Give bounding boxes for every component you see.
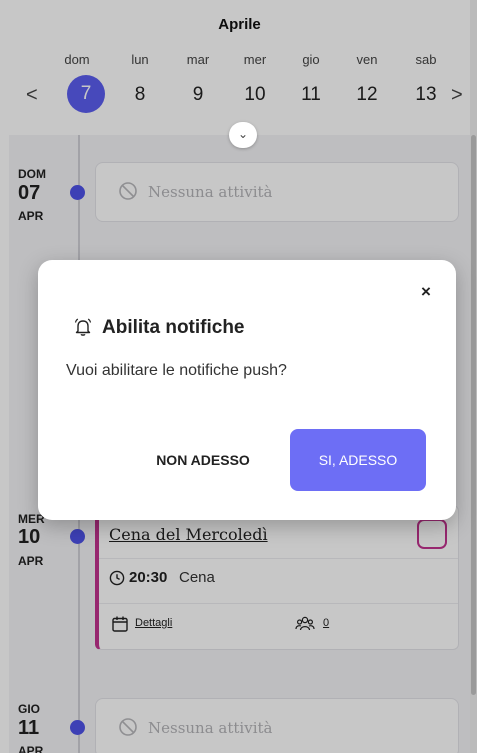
dialog-title: Abilita notifiche <box>102 317 245 338</box>
dialog-message: Vuoi abilitare le notifiche push? <box>66 362 287 379</box>
bell-icon <box>74 318 92 336</box>
not-now-button[interactable]: NON ADESSO <box>140 429 266 491</box>
enable-now-button[interactable]: SI, ADESSO <box>290 429 426 491</box>
chevron-down-icon[interactable]: ⌄ <box>229 122 257 148</box>
notification-dialog: × Abilita notifiche Vuoi abilitare le no… <box>38 260 456 520</box>
close-button[interactable]: × <box>416 282 436 302</box>
